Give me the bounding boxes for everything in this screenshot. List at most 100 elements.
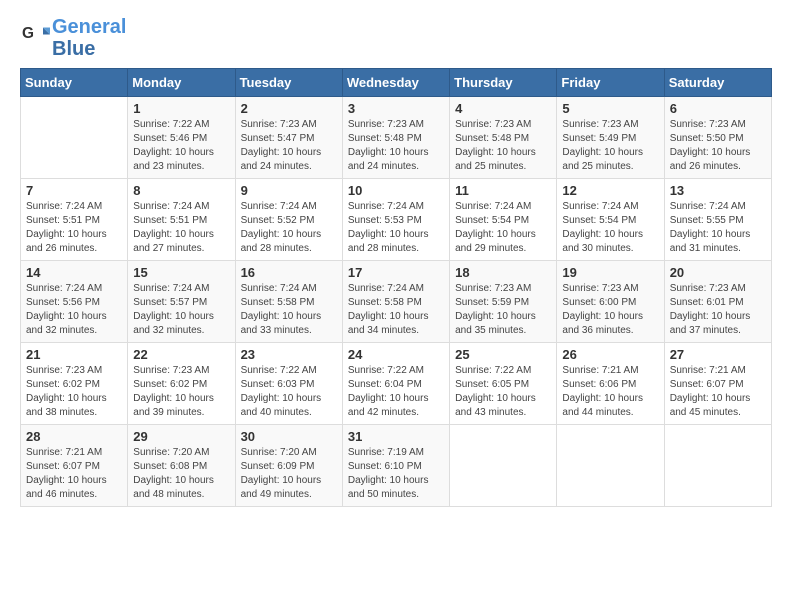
calendar-cell: 12 Sunrise: 7:24 AMSunset: 5:54 PMDayligh… — [557, 179, 664, 261]
calendar-cell: 14 Sunrise: 7:24 AMSunset: 5:56 PMDayligh… — [21, 261, 128, 343]
calendar-cell: 15 Sunrise: 7:24 AMSunset: 5:57 PMDayligh… — [128, 261, 235, 343]
calendar-cell — [557, 425, 664, 507]
day-number: 4 — [455, 101, 551, 116]
day-number: 23 — [241, 347, 337, 362]
day-info: Sunrise: 7:23 AMSunset: 6:01 PMDaylight:… — [670, 282, 766, 338]
day-info: Sunrise: 7:24 AMSunset: 5:55 PMDaylight:… — [670, 200, 766, 256]
day-number: 6 — [670, 101, 766, 116]
weekday-header-row: SundayMondayTuesdayWednesdayThursdayFrid… — [21, 69, 772, 97]
calendar-cell: 28 Sunrise: 7:21 AMSunset: 6:07 PMDayligh… — [21, 425, 128, 507]
day-info: Sunrise: 7:23 AMSunset: 5:49 PMDaylight:… — [562, 118, 658, 174]
day-info: Sunrise: 7:23 AMSunset: 5:59 PMDaylight:… — [455, 282, 551, 338]
day-info: Sunrise: 7:24 AMSunset: 5:54 PMDaylight:… — [562, 200, 658, 256]
day-info: Sunrise: 7:23 AMSunset: 5:48 PMDaylight:… — [455, 118, 551, 174]
day-number: 21 — [26, 347, 122, 362]
day-info: Sunrise: 7:22 AMSunset: 6:05 PMDaylight:… — [455, 364, 551, 420]
day-number: 26 — [562, 347, 658, 362]
day-number: 22 — [133, 347, 229, 362]
day-info: Sunrise: 7:22 AMSunset: 5:46 PMDaylight:… — [133, 118, 229, 174]
day-number: 9 — [241, 183, 337, 198]
calendar-cell: 3 Sunrise: 7:23 AMSunset: 5:48 PMDaylight… — [342, 97, 449, 179]
calendar-cell: 20 Sunrise: 7:23 AMSunset: 6:01 PMDayligh… — [664, 261, 771, 343]
calendar-cell — [664, 425, 771, 507]
day-info: Sunrise: 7:24 AMSunset: 5:51 PMDaylight:… — [133, 200, 229, 256]
calendar-cell: 19Sunrise: 7:23 AMSunset: 6:00 PMDayligh… — [557, 261, 664, 343]
calendar-cell: 6 Sunrise: 7:23 AMSunset: 5:50 PMDaylight… — [664, 97, 771, 179]
day-number: 10 — [348, 183, 444, 198]
day-info: Sunrise: 7:24 AMSunset: 5:54 PMDaylight:… — [455, 200, 551, 256]
calendar-cell: 26 Sunrise: 7:21 AMSunset: 6:06 PMDayligh… — [557, 343, 664, 425]
weekday-header: Wednesday — [342, 69, 449, 97]
calendar-week-row: 7 Sunrise: 7:24 AMSunset: 5:51 PMDaylight… — [21, 179, 772, 261]
calendar-cell: 16 Sunrise: 7:24 AMSunset: 5:58 PMDayligh… — [235, 261, 342, 343]
calendar-cell: 9Sunrise: 7:24 AMSunset: 5:52 PMDaylight… — [235, 179, 342, 261]
weekday-header: Monday — [128, 69, 235, 97]
day-info: Sunrise: 7:24 AMSunset: 5:57 PMDaylight:… — [133, 282, 229, 338]
day-info: Sunrise: 7:24 AMSunset: 5:56 PMDaylight:… — [26, 282, 122, 338]
day-number: 2 — [241, 101, 337, 116]
calendar-table: SundayMondayTuesdayWednesdayThursdayFrid… — [20, 68, 772, 507]
day-number: 12 — [562, 183, 658, 198]
day-number: 1 — [133, 101, 229, 116]
calendar-cell: 18 Sunrise: 7:23 AMSunset: 5:59 PMDayligh… — [450, 261, 557, 343]
day-info: Sunrise: 7:24 AMSunset: 5:51 PMDaylight:… — [26, 200, 122, 256]
day-info: Sunrise: 7:21 AMSunset: 6:07 PMDaylight:… — [26, 446, 122, 502]
day-number: 11 — [455, 183, 551, 198]
calendar-cell: 17Sunrise: 7:24 AMSunset: 5:58 PMDayligh… — [342, 261, 449, 343]
svg-text:G: G — [22, 25, 34, 42]
calendar-cell: 7 Sunrise: 7:24 AMSunset: 5:51 PMDaylight… — [21, 179, 128, 261]
header: G GeneralBlue — [20, 16, 772, 60]
day-info: Sunrise: 7:24 AMSunset: 5:58 PMDaylight:… — [241, 282, 337, 338]
calendar-cell: 31Sunrise: 7:19 AMSunset: 6:10 PMDayligh… — [342, 425, 449, 507]
day-number: 5 — [562, 101, 658, 116]
day-number: 29 — [133, 429, 229, 444]
calendar-cell: 2 Sunrise: 7:23 AMSunset: 5:47 PMDaylight… — [235, 97, 342, 179]
day-info: Sunrise: 7:21 AMSunset: 6:07 PMDaylight:… — [670, 364, 766, 420]
calendar-cell: 5 Sunrise: 7:23 AMSunset: 5:49 PMDaylight… — [557, 97, 664, 179]
day-number: 16 — [241, 265, 337, 280]
day-info: Sunrise: 7:23 AMSunset: 6:02 PMDaylight:… — [26, 364, 122, 420]
calendar-cell: 10 Sunrise: 7:24 AMSunset: 5:53 PMDayligh… — [342, 179, 449, 261]
day-info: Sunrise: 7:23 AMSunset: 5:48 PMDaylight:… — [348, 118, 444, 174]
weekday-header: Thursday — [450, 69, 557, 97]
calendar-cell: 8 Sunrise: 7:24 AMSunset: 5:51 PMDaylight… — [128, 179, 235, 261]
day-info: Sunrise: 7:24 AMSunset: 5:53 PMDaylight:… — [348, 200, 444, 256]
calendar-cell: 23Sunrise: 7:22 AMSunset: 6:03 PMDayligh… — [235, 343, 342, 425]
calendar-cell: 25 Sunrise: 7:22 AMSunset: 6:05 PMDayligh… — [450, 343, 557, 425]
day-number: 13 — [670, 183, 766, 198]
calendar-week-row: 1 Sunrise: 7:22 AMSunset: 5:46 PMDaylight… — [21, 97, 772, 179]
logo: G GeneralBlue — [20, 16, 126, 60]
calendar-cell — [21, 97, 128, 179]
day-number: 3 — [348, 101, 444, 116]
weekday-header: Sunday — [21, 69, 128, 97]
day-info: Sunrise: 7:23 AMSunset: 5:50 PMDaylight:… — [670, 118, 766, 174]
day-number: 27 — [670, 347, 766, 362]
day-number: 28 — [26, 429, 122, 444]
day-info: Sunrise: 7:20 AMSunset: 6:09 PMDaylight:… — [241, 446, 337, 502]
calendar-cell: 30Sunrise: 7:20 AMSunset: 6:09 PMDayligh… — [235, 425, 342, 507]
day-number: 20 — [670, 265, 766, 280]
day-info: Sunrise: 7:21 AMSunset: 6:06 PMDaylight:… — [562, 364, 658, 420]
day-number: 8 — [133, 183, 229, 198]
calendar-cell: 11 Sunrise: 7:24 AMSunset: 5:54 PMDayligh… — [450, 179, 557, 261]
day-info: Sunrise: 7:23 AMSunset: 6:02 PMDaylight:… — [133, 364, 229, 420]
day-number: 25 — [455, 347, 551, 362]
day-info: Sunrise: 7:19 AMSunset: 6:10 PMDaylight:… — [348, 446, 444, 502]
calendar-cell: 22 Sunrise: 7:23 AMSunset: 6:02 PMDayligh… — [128, 343, 235, 425]
day-info: Sunrise: 7:22 AMSunset: 6:04 PMDaylight:… — [348, 364, 444, 420]
day-info: Sunrise: 7:20 AMSunset: 6:08 PMDaylight:… — [133, 446, 229, 502]
day-number: 18 — [455, 265, 551, 280]
calendar-cell: 27 Sunrise: 7:21 AMSunset: 6:07 PMDayligh… — [664, 343, 771, 425]
weekday-header: Saturday — [664, 69, 771, 97]
calendar-cell: 13 Sunrise: 7:24 AMSunset: 5:55 PMDayligh… — [664, 179, 771, 261]
calendar-cell — [450, 425, 557, 507]
calendar-cell: 29 Sunrise: 7:20 AMSunset: 6:08 PMDayligh… — [128, 425, 235, 507]
day-info: Sunrise: 7:23 AMSunset: 5:47 PMDaylight:… — [241, 118, 337, 174]
calendar-week-row: 21 Sunrise: 7:23 AMSunset: 6:02 PMDayligh… — [21, 343, 772, 425]
day-number: 7 — [26, 183, 122, 198]
day-number: 17 — [348, 265, 444, 280]
day-number: 15 — [133, 265, 229, 280]
calendar-cell: 1 Sunrise: 7:22 AMSunset: 5:46 PMDaylight… — [128, 97, 235, 179]
logo-text: GeneralBlue — [52, 16, 126, 60]
day-number: 14 — [26, 265, 122, 280]
